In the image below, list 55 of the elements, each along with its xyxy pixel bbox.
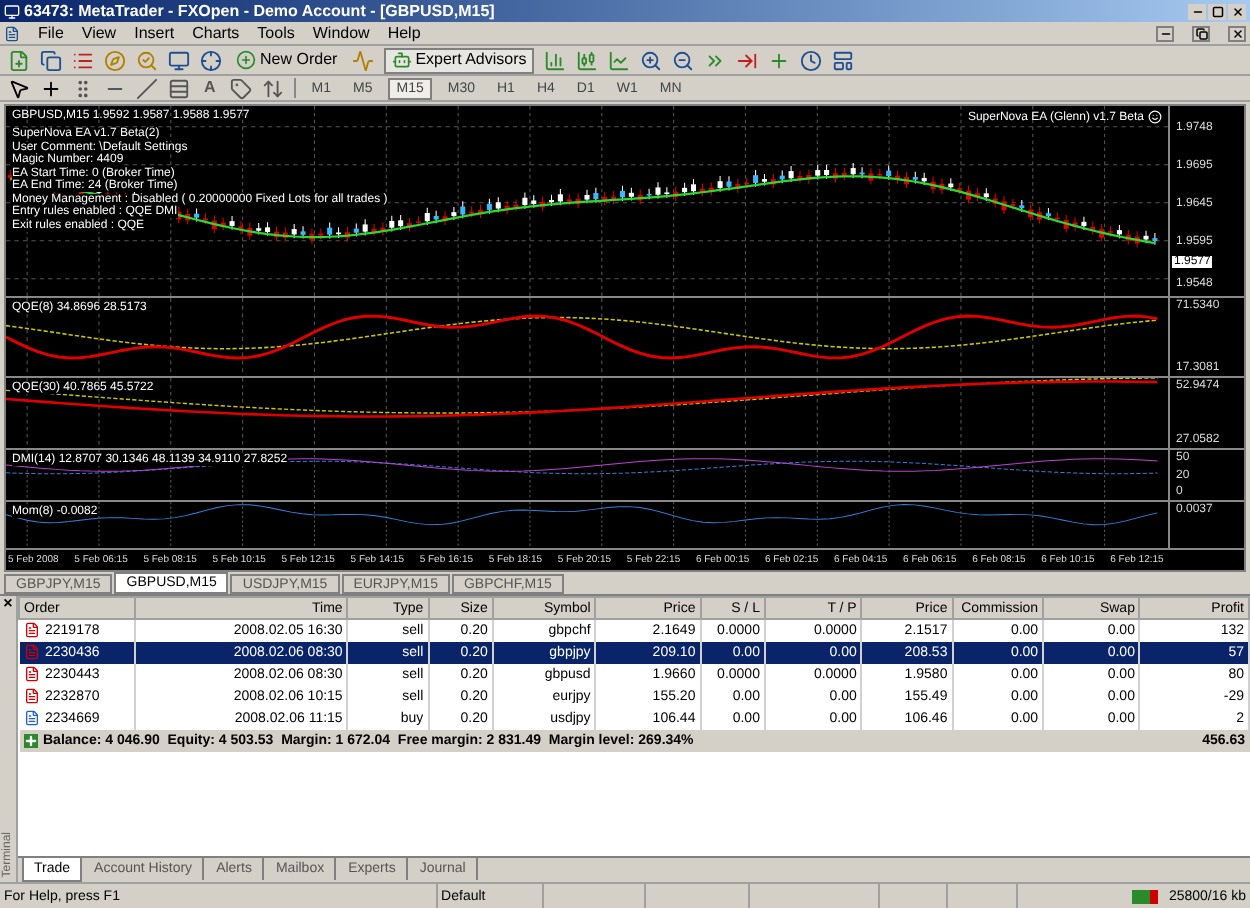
- clock-icon[interactable]: [800, 49, 823, 71]
- connection-icon: [1132, 889, 1159, 903]
- arrows-icon[interactable]: [261, 77, 284, 99]
- expert-advisors-button[interactable]: Expert Advisors: [383, 47, 535, 73]
- indicators-icon[interactable]: [768, 49, 791, 71]
- close-icon: [1231, 27, 1243, 39]
- new-order-button[interactable]: New Order: [232, 48, 342, 72]
- menu-item[interactable]: Charts: [192, 25, 240, 41]
- plus-icon: [236, 50, 256, 70]
- zoom-out-icon[interactable]: [672, 49, 695, 71]
- window-title: 63473: MetaTrader - FXOpen - Demo Account - [GBPUSD,M15]: [24, 3, 497, 19]
- menu-item[interactable]: Tools: [257, 25, 295, 41]
- order-icon: [23, 644, 39, 660]
- document-icon[interactable]: [4, 25, 20, 41]
- minimize-icon: [1159, 27, 1171, 39]
- channel-icon[interactable]: [168, 77, 190, 99]
- app-icon: [4, 3, 20, 19]
- market-watch-icon[interactable]: [72, 49, 94, 71]
- menu-item[interactable]: Insert: [134, 25, 175, 41]
- menu-item[interactable]: View: [81, 25, 117, 41]
- text-tool-button[interactable]: A: [200, 80, 220, 96]
- trend-line-icon[interactable]: [136, 77, 158, 99]
- line-chart-icon[interactable]: [608, 49, 631, 71]
- close-button[interactable]: [1228, 25, 1246, 41]
- chart-shift-icon[interactable]: [736, 49, 759, 71]
- auto-scroll-icon[interactable]: [704, 49, 727, 71]
- order-icon: [23, 666, 39, 682]
- templates-icon[interactable]: [832, 49, 855, 71]
- restore-icon: [1195, 27, 1207, 39]
- label-icon[interactable]: [229, 77, 252, 99]
- candlestick-icon[interactable]: [576, 49, 599, 71]
- close-button[interactable]: [1228, 3, 1246, 19]
- order-icon: [23, 710, 39, 726]
- order-icon: [23, 688, 39, 704]
- terminal-icon[interactable]: [168, 49, 190, 71]
- zoom-in-icon[interactable]: [640, 49, 663, 71]
- robot-icon: [391, 50, 412, 70]
- maximize-button[interactable]: [1208, 3, 1226, 19]
- expand-icon[interactable]: [23, 733, 37, 747]
- close-icon: [1231, 5, 1243, 17]
- close-button[interactable]: ×: [3, 596, 13, 612]
- crosshair-icon[interactable]: [40, 77, 62, 99]
- order-icon: [23, 622, 39, 639]
- profiles-icon[interactable]: [40, 49, 62, 71]
- menu-item[interactable]: Window: [312, 25, 370, 41]
- restore-button[interactable]: [1192, 25, 1210, 41]
- smiley-icon: [1148, 110, 1162, 124]
- minimize-icon: [1191, 5, 1203, 17]
- menu-item[interactable]: Help: [387, 25, 421, 41]
- menu-item[interactable]: File: [38, 25, 64, 41]
- minimize-button[interactable]: [1156, 25, 1174, 41]
- maximize-icon: [1211, 5, 1223, 17]
- bar-chart-icon[interactable]: [544, 49, 567, 71]
- minimize-button[interactable]: [1188, 3, 1206, 19]
- cursor-icon[interactable]: [8, 77, 30, 99]
